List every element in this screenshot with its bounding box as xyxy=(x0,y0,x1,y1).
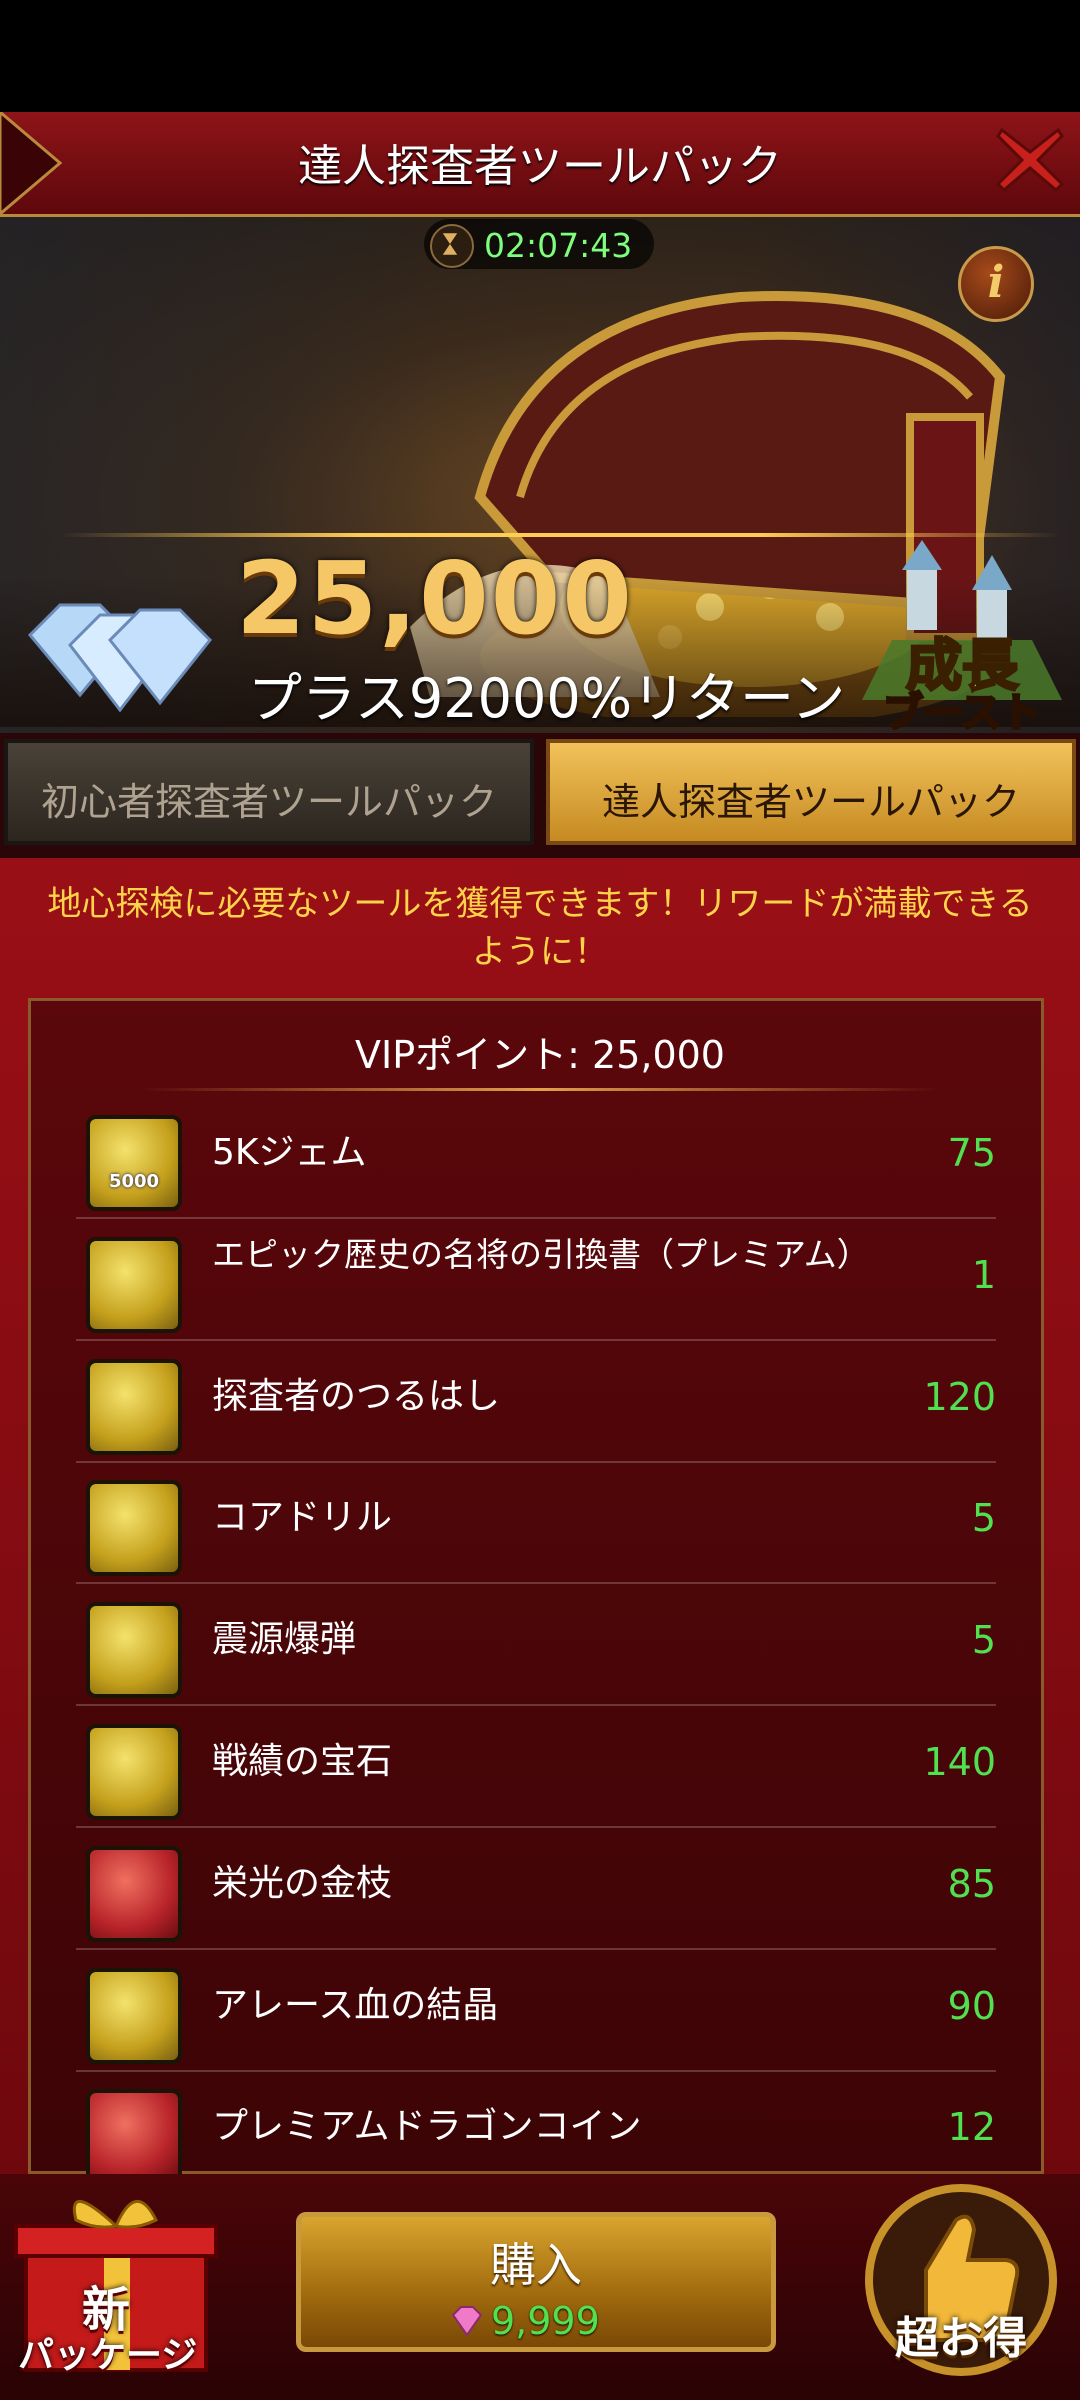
diamond-gems-icon xyxy=(27,603,213,713)
gem-badge-text: 5000 xyxy=(108,1171,160,1192)
hourglass-icon xyxy=(430,224,474,268)
new-package-line2: パッケージ xyxy=(18,2335,198,2376)
reward-row: 5000 5Kジェム 75 xyxy=(76,1097,996,1219)
pickaxe-icon[interactable] xyxy=(86,1359,182,1455)
dragon-coin-icon[interactable] xyxy=(86,2089,182,2185)
reward-name: 栄光の金枝 xyxy=(212,1863,393,1904)
reward-quantity: 90 xyxy=(947,1984,996,2028)
reward-row: アレース血の結晶 90 xyxy=(76,1950,996,2072)
info-button[interactable]: i xyxy=(958,246,1034,322)
gem-5000-icon[interactable]: 5000 xyxy=(86,1115,182,1211)
dynamite-icon[interactable] xyxy=(86,1602,182,1698)
timer-text: 02:07:43 xyxy=(484,226,633,265)
reward-row: 震源爆弾 5 xyxy=(76,1584,996,1706)
golden-branch-icon[interactable] xyxy=(86,1846,182,1942)
reward-name: 5Kジェム xyxy=(212,1132,367,1173)
reward-row: コアドリル 5 xyxy=(76,1462,996,1584)
reward-name: 探査者のつるはし xyxy=(212,1376,501,1417)
reward-quantity: 5 xyxy=(971,1618,996,1662)
reward-row: 栄光の金枝 85 xyxy=(76,1828,996,1950)
vip-divider xyxy=(140,1088,940,1091)
blood-crystal-icon[interactable] xyxy=(86,1968,182,2064)
super-deal-label: 超お得 xyxy=(895,2313,1027,2364)
growth-boost-badge: 成長 ブースト xyxy=(862,540,1062,730)
new-package-button[interactable]: 新 パッケージ xyxy=(6,2180,230,2380)
tab-beginner-label: 初心者探査者ツールパック xyxy=(40,780,497,824)
vip-points: VIPポイント: 25,000 xyxy=(355,1033,725,1077)
bonus-return-text: プラス92000%リターン xyxy=(248,667,846,730)
window-title: 達人探査者ツールパック xyxy=(298,141,782,192)
reward-name: コアドリル xyxy=(212,1497,393,1538)
reward-quantity: 1 xyxy=(971,1253,996,1297)
reward-name: 戦績の宝石 xyxy=(212,1741,393,1782)
purchase-button[interactable]: 購入 9,999 xyxy=(296,2212,776,2352)
purchase-label: 購入 xyxy=(490,2238,582,2292)
tab-expert-label: 達人探査者ツールパック xyxy=(601,780,1020,824)
reward-row: 探査者のつるはし 120 xyxy=(76,1341,996,1463)
pink-gem-icon xyxy=(451,2306,483,2337)
status-bar xyxy=(0,0,1080,112)
tab-beginner-pack[interactable]: 初心者探査者ツールパック xyxy=(4,739,534,845)
reward-quantity: 75 xyxy=(947,1131,996,1175)
reward-quantity: 85 xyxy=(947,1862,996,1906)
reward-name: アレース血の結晶 xyxy=(212,1985,499,2026)
pack-description: 地心探検に必要なツールを獲得できます！リワードが満載できるように！ xyxy=(47,884,1033,972)
reward-quantity: 5 xyxy=(971,1496,996,1540)
close-icon[interactable] xyxy=(992,122,1068,198)
tab-expert-pack[interactable]: 達人探査者ツールパック xyxy=(546,739,1076,845)
green-gem-icon[interactable] xyxy=(86,1724,182,1820)
info-icon: i xyxy=(987,257,1005,308)
super-deal-button[interactable]: 超お得 xyxy=(856,2180,1066,2380)
reward-quantity: 140 xyxy=(923,1740,996,1784)
purchase-price: 9,999 xyxy=(491,2299,600,2343)
reward-row: 戦績の宝石 140 xyxy=(76,1706,996,1828)
drill-icon[interactable] xyxy=(86,1480,182,1576)
countdown-timer: 02:07:43 xyxy=(424,219,654,269)
reward-name: プレミアムドラゴンコイン xyxy=(212,2106,642,2147)
reward-name: エピック歴史の名将の引換書（プレミアム） xyxy=(212,1235,870,1274)
reward-quantity: 12 xyxy=(947,2105,996,2149)
gem-amount: 25,000 xyxy=(236,540,634,657)
growth-badge-line2: ブースト xyxy=(883,690,1041,730)
pack-tabs: 初心者探査者ツールパック 達人探査者ツールパック xyxy=(0,733,1080,858)
title-bar: 達人探査者ツールパック xyxy=(0,112,1080,217)
reward-quantity: 120 xyxy=(923,1375,996,1419)
scroll-icon[interactable] xyxy=(86,1237,182,1333)
reward-name: 震源爆弾 xyxy=(212,1619,357,1660)
reward-row: エピック歴史の名将の引換書（プレミアム） 1 xyxy=(76,1219,996,1341)
